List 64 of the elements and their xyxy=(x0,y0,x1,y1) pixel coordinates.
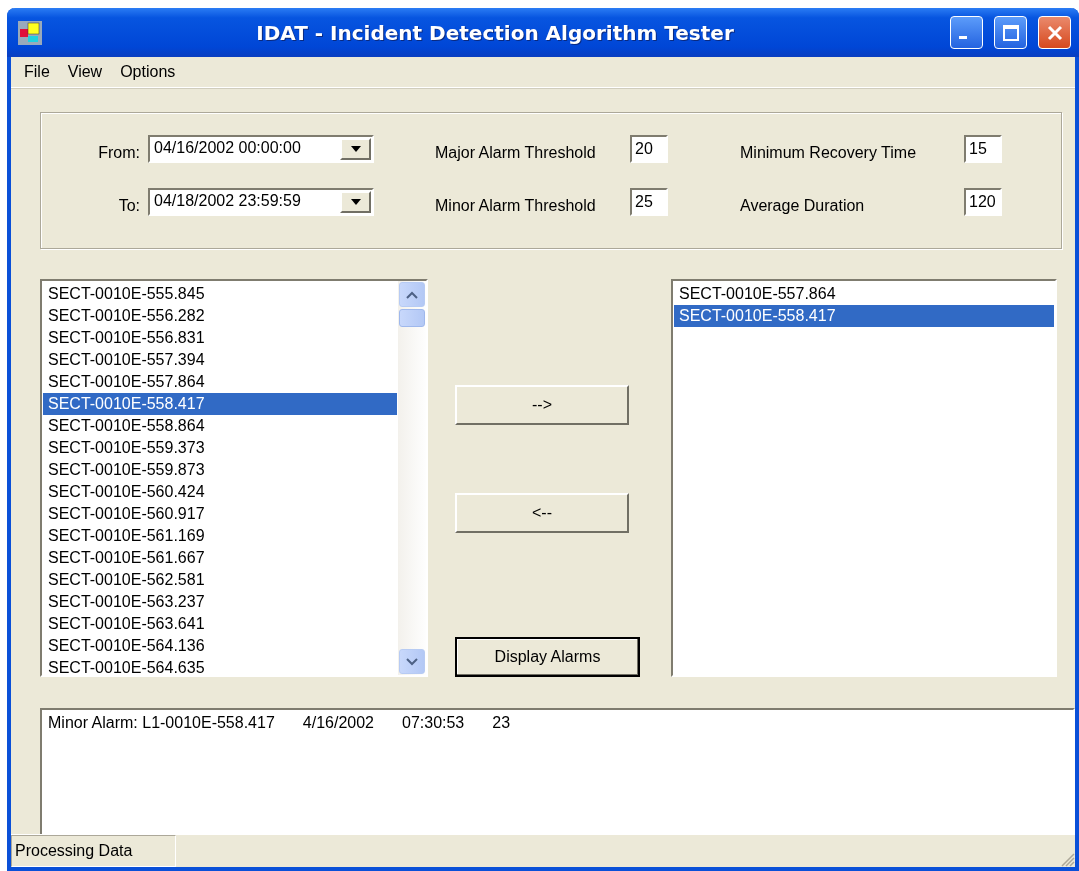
dropdown-button[interactable] xyxy=(340,191,371,213)
dropdown-arrow-icon xyxy=(350,146,361,152)
input-field[interactable]: 15 xyxy=(964,135,1002,163)
list-item[interactable]: SECT-0010E-560.917 xyxy=(43,503,397,525)
scroll-thumb[interactable] xyxy=(399,309,425,327)
list-item[interactable]: SECT-0010E-556.831 xyxy=(43,327,397,349)
list-item[interactable]: SECT-0010E-559.873 xyxy=(43,459,397,481)
date-picker[interactable]: 04/18/2002 23:59:59 xyxy=(148,188,374,216)
input-field[interactable]: 120 xyxy=(964,188,1002,216)
list-box[interactable] xyxy=(40,279,428,677)
minimize-button[interactable] xyxy=(950,16,983,49)
list-item[interactable]: SECT-0010E-562.581 xyxy=(43,569,397,591)
list-item[interactable]: SECT-0010E-559.373 xyxy=(43,437,397,459)
maximize-icon xyxy=(1001,23,1020,42)
dropdown-button[interactable] xyxy=(340,138,371,160)
date-picker[interactable]: 04/16/2002 00:00:00 xyxy=(148,135,374,163)
list-item[interactable]: SECT-0010E-560.424 xyxy=(43,481,397,503)
alarm-text: 23 xyxy=(492,714,511,732)
list-item[interactable]: SECT-0010E-558.417 xyxy=(43,393,397,415)
scroll-up-button[interactable] xyxy=(399,282,425,307)
alarm-text: 07:30:53 xyxy=(402,714,465,732)
list-item[interactable]: SECT-0010E-563.641 xyxy=(43,613,397,635)
input-field[interactable]: 25 xyxy=(630,188,668,216)
list-item[interactable]: SECT-0010E-556.282 xyxy=(43,305,397,327)
list-item[interactable]: SECT-0010E-564.635 xyxy=(43,657,397,679)
timing-label: Minimum Recovery Time xyxy=(740,144,918,163)
display-alarms-button[interactable]: Display Alarms xyxy=(455,637,640,677)
threshold-label: Minor Alarm Threshold xyxy=(434,197,597,216)
app-icon xyxy=(17,19,43,46)
alarm-text: 4/16/2002 xyxy=(302,714,374,732)
list-item[interactable]: SECT-0010E-558.417 xyxy=(674,305,1054,327)
close-icon xyxy=(1045,23,1064,42)
status-text: Processing Data xyxy=(11,835,176,867)
list-item[interactable]: SECT-0010E-557.864 xyxy=(674,283,1054,305)
list-item[interactable]: SECT-0010E-564.136 xyxy=(43,635,397,657)
input-field[interactable]: 20 xyxy=(630,135,668,163)
chevron-down-icon xyxy=(406,657,418,666)
timing-label: Average Duration xyxy=(740,197,866,216)
menu-item[interactable]: View xyxy=(58,63,112,81)
list-item[interactable]: SECT-0010E-557.394 xyxy=(43,349,397,371)
maximize-button[interactable] xyxy=(994,16,1027,49)
menu-item[interactable]: Options xyxy=(111,63,185,81)
scroll-down-button[interactable] xyxy=(399,649,425,674)
list-item[interactable]: SECT-0010E-561.667 xyxy=(43,547,397,569)
alarm-text: Minor Alarm: L1-0010E-558.417 xyxy=(48,714,275,732)
threshold-label: Major Alarm Threshold xyxy=(434,144,597,163)
window-title: IDAT - Incident Detection Algorithm Tester xyxy=(255,20,735,45)
minimize-icon xyxy=(958,36,967,39)
list-item[interactable]: SECT-0010E-563.237 xyxy=(43,591,397,613)
list-item[interactable]: SECT-0010E-558.864 xyxy=(43,415,397,437)
chevron-up-icon xyxy=(406,290,418,299)
list-item[interactable]: SECT-0010E-557.864 xyxy=(43,371,397,393)
close-button[interactable] xyxy=(1038,16,1071,49)
date-label: To: xyxy=(117,197,141,216)
date-label: From: xyxy=(97,144,141,163)
dropdown-arrow-icon xyxy=(350,199,361,205)
list-item[interactable]: SECT-0010E-561.169 xyxy=(43,525,397,547)
add-button[interactable]: --> xyxy=(455,385,629,425)
list-item[interactable]: SECT-0010E-555.845 xyxy=(43,283,397,305)
scrollbar[interactable] xyxy=(398,281,426,675)
resize-grip-icon[interactable] xyxy=(1059,851,1075,867)
remove-button[interactable]: <-- xyxy=(455,493,629,533)
menu-item[interactable]: File xyxy=(15,63,59,81)
list-box[interactable]: SECT-0010E-557.864 SECT-0010E-558.417 xyxy=(671,279,1057,677)
